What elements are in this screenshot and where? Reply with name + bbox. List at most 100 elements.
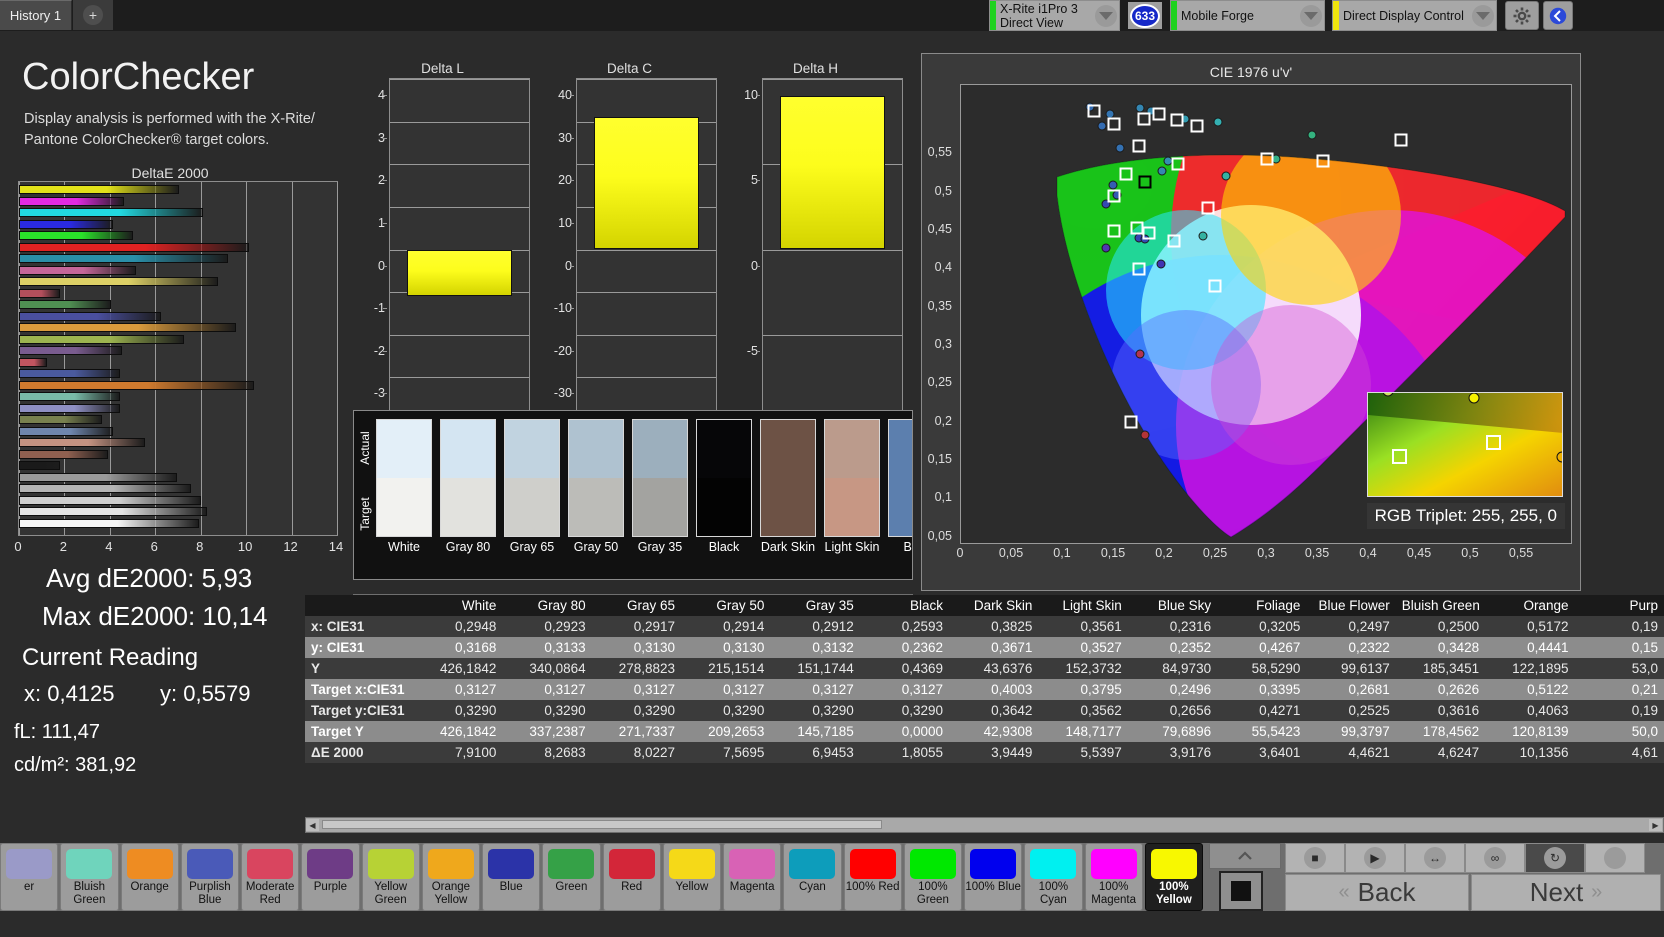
- pattern-preview-button[interactable]: [1219, 871, 1263, 911]
- axis-tick-label: 0,05: [928, 529, 952, 543]
- color-patch-button[interactable]: Orange Yellow: [422, 843, 480, 911]
- gridline: [390, 335, 529, 336]
- bar: [780, 96, 886, 249]
- color-patch-button[interactable]: Yellow Green: [362, 843, 420, 911]
- stop-icon: ■: [1304, 847, 1326, 869]
- collapse-panel-button[interactable]: [1543, 1, 1573, 30]
- swatch[interactable]: [824, 419, 880, 537]
- bar: [19, 427, 113, 436]
- color-patch-label: 100% Magenta: [1086, 881, 1142, 906]
- scroll-right-icon[interactable]: ▶: [1649, 819, 1662, 831]
- color-patch-button[interactable]: Cyan: [783, 843, 841, 911]
- table-cell: 0,4063: [1485, 700, 1574, 721]
- cie-y-ticks: 0,050,10,150,20,250,30,350,40,450,50,55: [922, 84, 958, 544]
- cie-chromaticity-panel: CIE 1976 u'v' 0,050,10,150,20,250,30,350…: [921, 53, 1581, 591]
- table-row: x: CIE310,29480,29230,29170,29140,29120,…: [305, 616, 1664, 637]
- swatch-label: Dark Skin: [753, 540, 823, 554]
- current-reading-x: x: 0,4125: [24, 681, 115, 707]
- color-patch-button[interactable]: Blue: [482, 843, 540, 911]
- color-patch-button[interactable]: Purplish Blue: [181, 843, 239, 911]
- table-scrollbar[interactable]: ◀ ▶: [305, 817, 1664, 833]
- table-cell: 0,15: [1574, 637, 1664, 658]
- refresh-button[interactable]: ↻: [1525, 843, 1585, 873]
- bracket-icon: ↔: [1424, 847, 1446, 869]
- color-patch-button[interactable]: Green: [542, 843, 600, 911]
- color-patch-button[interactable]: Purple: [301, 843, 359, 911]
- app-window: History 1 + X-Rite i1Pro 3 Direct View 6…: [0, 0, 1664, 937]
- axis-tick: [570, 393, 574, 394]
- swatch[interactable]: [568, 419, 624, 537]
- swatch[interactable]: [632, 419, 688, 537]
- pattern-source-selector[interactable]: Mobile Forge: [1170, 0, 1325, 31]
- measurement-table[interactable]: WhiteGray 80Gray 65Gray 50Gray 35BlackDa…: [305, 595, 1664, 807]
- table-cell: 5,5397: [1038, 742, 1127, 763]
- gridline: [577, 335, 716, 336]
- table-cell: 271,7337: [592, 721, 681, 742]
- swatch-actual: [697, 420, 751, 478]
- color-patch-button[interactable]: 100% Green: [904, 843, 962, 911]
- settings-button[interactable]: [1505, 1, 1539, 30]
- table-cell: 4,6247: [1396, 742, 1485, 763]
- swatch[interactable]: [696, 419, 752, 537]
- deltae-x-axis: 02468101214: [18, 539, 338, 557]
- expand-button[interactable]: [1209, 843, 1281, 869]
- loop-button[interactable]: ∞: [1465, 843, 1525, 873]
- axis-tick: [383, 308, 387, 309]
- table-cell: 145,7185: [770, 721, 859, 742]
- measured-point: [1156, 260, 1165, 269]
- color-patch-button[interactable]: 100% Red: [844, 843, 902, 911]
- target-point: [1125, 416, 1138, 429]
- bar: [19, 519, 199, 528]
- gridline: [337, 182, 338, 535]
- record-button[interactable]: [1585, 843, 1645, 873]
- bar: [19, 185, 179, 194]
- color-patch-button[interactable]: 100% Yellow: [1145, 843, 1203, 911]
- next-button[interactable]: Next »: [1471, 874, 1661, 911]
- axis-tick-label: 0,1: [1053, 546, 1070, 560]
- measured-point: [1221, 171, 1230, 180]
- color-patch-button[interactable]: 100% Blue: [964, 843, 1022, 911]
- range-button[interactable]: ↔: [1405, 843, 1465, 873]
- table-row: Target x:CIE310,31270,31270,31270,31270,…: [305, 679, 1664, 700]
- tab-history-1[interactable]: History 1: [0, 0, 72, 30]
- back-button[interactable]: « Back: [1285, 874, 1469, 911]
- color-patch-button[interactable]: 100% Magenta: [1085, 843, 1143, 911]
- play-button[interactable]: ▶: [1345, 843, 1405, 873]
- gridline: [763, 335, 902, 336]
- color-patch-button[interactable]: Magenta: [723, 843, 781, 911]
- color-patch-button[interactable]: Yellow: [663, 843, 721, 911]
- display-control-selector[interactable]: Direct Display Control: [1332, 0, 1497, 31]
- swatch[interactable]: [376, 419, 432, 537]
- color-patch-label: Orange: [130, 881, 168, 894]
- swatch[interactable]: [760, 419, 816, 537]
- current-reading-fl: fL: 111,47: [14, 721, 100, 744]
- stop-button[interactable]: ■: [1285, 843, 1345, 873]
- scroll-left-icon[interactable]: ◀: [306, 819, 319, 831]
- scroll-thumb[interactable]: [322, 820, 882, 829]
- axis-tick-label: 0,45: [1407, 546, 1431, 560]
- color-patch-button[interactable]: Moderate Red: [241, 843, 299, 911]
- cie-plot[interactable]: RGB Triplet: 255, 255, 0: [960, 84, 1572, 544]
- add-tab-button[interactable]: +: [73, 0, 113, 30]
- chevron-down-icon[interactable]: [1470, 1, 1496, 30]
- color-patch-button[interactable]: 100% Cyan: [1024, 843, 1082, 911]
- color-patch-button[interactable]: Bluish Green: [60, 843, 118, 911]
- color-patch-button[interactable]: er: [0, 843, 58, 911]
- device-selector[interactable]: X-Rite i1Pro 3 Direct View: [989, 0, 1120, 31]
- swatch[interactable]: [888, 419, 913, 537]
- measured-point: [1108, 180, 1117, 189]
- chevron-down-icon[interactable]: [1093, 1, 1119, 30]
- swatch[interactable]: [440, 419, 496, 537]
- table-corner: [305, 595, 413, 616]
- table-row-header: Target Y: [305, 721, 413, 742]
- axis-tick-label: 0,55: [1509, 546, 1533, 560]
- bar: [19, 392, 120, 401]
- color-patch-button[interactable]: Orange: [121, 843, 179, 911]
- table-row-header: ΔE 2000: [305, 742, 413, 763]
- data-table: WhiteGray 80Gray 65Gray 50Gray 35BlackDa…: [305, 595, 1664, 763]
- table-cell: 3,9176: [1128, 742, 1217, 763]
- color-patch-button[interactable]: Red: [603, 843, 661, 911]
- chevron-down-icon[interactable]: [1298, 1, 1324, 30]
- swatch[interactable]: [504, 419, 560, 537]
- infinity-icon: ∞: [1484, 847, 1506, 869]
